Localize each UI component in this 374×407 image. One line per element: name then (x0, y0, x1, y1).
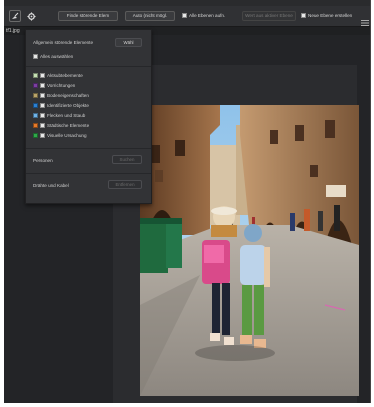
item-label: Bodeneigenschaften (47, 93, 89, 98)
divider (26, 148, 151, 149)
list-item[interactable]: Vorrichtungen (33, 83, 76, 89)
find-distracting-button[interactable]: Finde störende Elem (58, 11, 118, 21)
checkbox-icon (40, 93, 45, 99)
color-swatch (33, 83, 38, 89)
gear-icon-svg (26, 11, 36, 21)
item-label: Städtische Elemente (47, 123, 90, 128)
item-label: Aktsubtebemente (47, 73, 83, 78)
cables-remove-button[interactable]: Entfernen (108, 180, 142, 189)
list-item[interactable]: Flecken und Staub (33, 113, 86, 119)
divider (26, 66, 151, 67)
all-layers-label: Alle Ebenen aufn. (189, 13, 226, 18)
color-swatch (33, 73, 38, 79)
photo-image (140, 105, 359, 396)
new-layer-label: Neue Ebene erstellen (308, 13, 353, 18)
item-label: Identifizierte Objekte (47, 103, 89, 108)
brush-icon (12, 12, 19, 19)
document-tab[interactable]: tf1.jpg (4, 27, 20, 35)
checkbox-icon (40, 73, 45, 79)
checkbox-icon (33, 54, 38, 60)
color-swatch (33, 123, 38, 129)
item-label: Visuelle Ursachung (47, 133, 87, 138)
list-item[interactable]: Visuelle Ursachung (33, 133, 87, 139)
remove-tool-icon[interactable] (9, 10, 21, 22)
checkbox-icon (182, 13, 187, 19)
list-item[interactable]: Bodeneigenschaften (33, 93, 89, 99)
street-photo (140, 105, 359, 396)
all-layers-checkbox[interactable]: Alle Ebenen aufn. (182, 12, 225, 20)
checkbox-icon (40, 123, 45, 129)
current-layer-button[interactable]: Wert aus aktiver Ebene (242, 11, 296, 21)
item-label: Vorrichtungen (47, 83, 76, 88)
options-bar: Finde störende Elem Auto (nicht mögl. Al… (4, 6, 370, 27)
gear-icon[interactable] (25, 10, 37, 22)
color-swatch (33, 103, 38, 109)
overflow-icon[interactable] (361, 13, 369, 26)
checkbox-icon (301, 13, 306, 19)
cables-label: Drähte und Kabel (33, 183, 69, 188)
item-label: Flecken und Staub (47, 113, 86, 118)
new-layer-checkbox[interactable]: Neue Ebene erstellen (301, 12, 352, 20)
distraction-removal-panel: Allgemein störende Elemente Wähl Alles a… (25, 29, 152, 204)
list-item[interactable]: Identifizierte Objekte (33, 103, 89, 109)
list-item[interactable]: Städtische Elemente (33, 123, 90, 129)
select-all-label: Alles auswählen (40, 54, 74, 59)
select-button[interactable]: Wähl (115, 38, 142, 47)
checkbox-icon (40, 103, 45, 109)
color-swatch (33, 133, 38, 139)
select-all-checkbox[interactable]: Alles auswählen (33, 54, 74, 60)
checkbox-icon (40, 133, 45, 139)
checkbox-icon (40, 113, 45, 119)
people-search-button[interactable]: Suchen (112, 155, 142, 164)
divider (26, 173, 151, 174)
menu-lines-icon (361, 20, 369, 26)
color-swatch (33, 113, 38, 119)
list-item[interactable]: Aktsubtebemente (33, 73, 83, 79)
people-label: Personen (33, 158, 53, 163)
checkbox-icon (40, 83, 45, 89)
color-swatch (33, 93, 38, 99)
panel-header: Allgemein störende Elemente (33, 40, 94, 45)
auto-enhance-button[interactable]: Auto (nicht mögl. (125, 11, 175, 21)
photoshop-window: Finde störende Elem Auto (nicht mögl. Al… (4, 0, 371, 403)
